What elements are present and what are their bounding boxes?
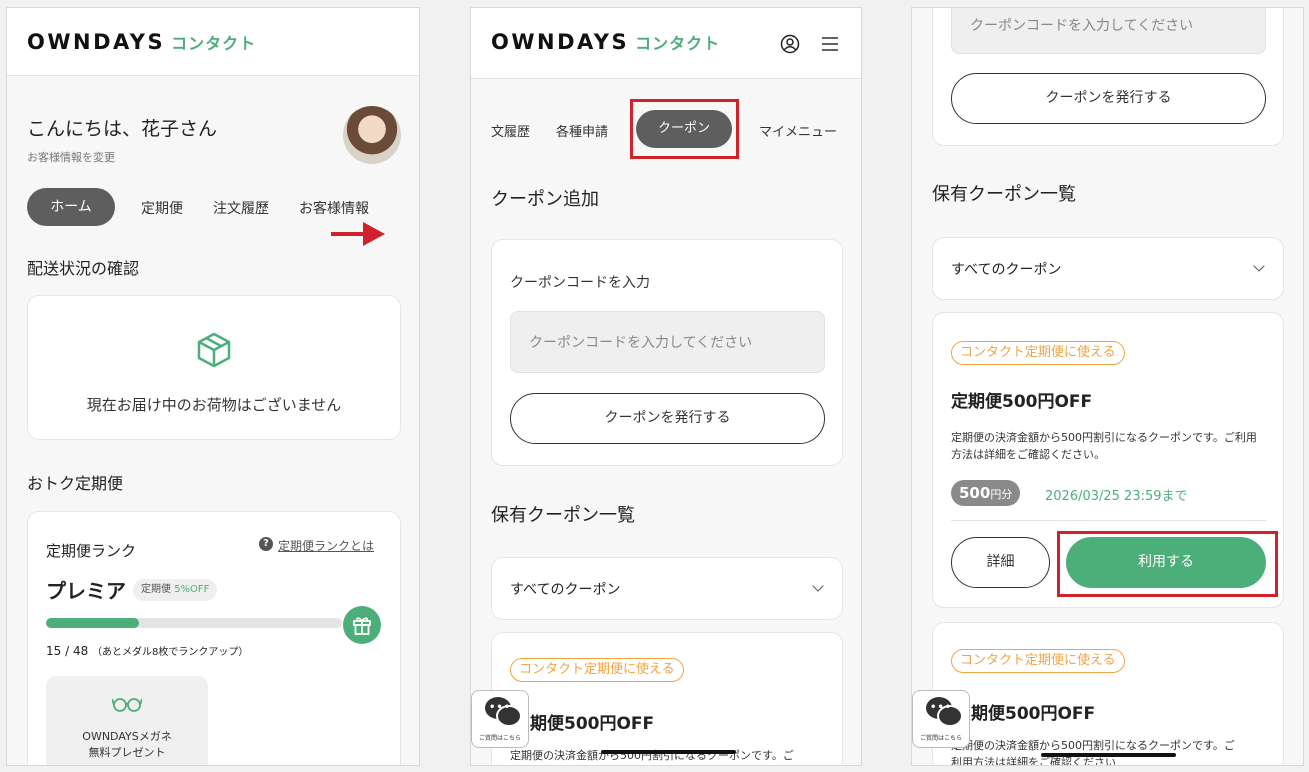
rank-label: 定期便ランク: [46, 542, 137, 560]
greeting: こんにちは、花子さん: [27, 118, 218, 140]
coupon-desc: 定期便の決済金額から500円割引になるクーポンです。ご: [951, 739, 1235, 752]
brand-logo[interactable]: OWNDAYS コンタクト: [27, 30, 256, 54]
delivery-empty-text: 現在お届け中のお荷物はございません: [86, 396, 342, 414]
tab-order-history[interactable]: 文履歴: [491, 121, 530, 140]
rank-name: プレミア: [46, 579, 126, 603]
tab-home[interactable]: ホーム: [27, 188, 115, 226]
coupon-list-title: 保有クーポン一覧: [932, 184, 1076, 205]
home-indicator[interactable]: [601, 750, 736, 754]
reward-line-2: 無料プレゼント: [88, 746, 166, 759]
help-icon: ?: [259, 537, 273, 551]
tab-customer-info[interactable]: お客様情報: [299, 198, 369, 218]
reward-line-1: OWNDAYSメガネ: [82, 730, 172, 743]
chat-dots: •••: [930, 702, 953, 713]
coupon-add-card: クーポンコードを入力 クーポンコードを入力してください クーポンを発行する: [491, 239, 843, 466]
code-label: クーポンコードを入力: [510, 275, 650, 291]
issue-coupon-button[interactable]: クーポンを発行する: [510, 393, 825, 444]
chat-label: ご質問はこちら: [478, 735, 521, 742]
coupon-add-title: クーポン追加: [491, 189, 599, 210]
coupon-title: 期便500円OFF: [530, 714, 655, 734]
app-header: OWNDAYS コンタクト: [471, 8, 861, 79]
chat-dots: •••: [489, 702, 512, 713]
rank-progress-bar: [46, 618, 342, 628]
tab-my-menu[interactable]: マイメニュー: [759, 121, 837, 140]
coupon-title: 定期便500円OFF: [951, 392, 1093, 412]
tab-order-history[interactable]: 注文履歴: [213, 198, 269, 218]
rank-help-link[interactable]: 定期便ランクとは: [278, 537, 374, 554]
coupon-list-title: 保有クーポン一覧: [491, 505, 635, 526]
chat-support-button[interactable]: ••• ご質問はこちら: [912, 690, 970, 748]
screen-coupon-add: OWNDAYS コンタクト 文履歴 各種申請 クーポン マイメニュー クーポン追加…: [470, 7, 862, 766]
expiry-date: 2026/03/25 23:59まで: [1045, 489, 1188, 504]
coupon-tag: コンタクト定期便に使える: [951, 341, 1125, 365]
home-indicator[interactable]: [1041, 753, 1176, 757]
coupon-tag: コンタクト定期便に使える: [510, 658, 684, 682]
detail-button[interactable]: 詳細: [951, 537, 1050, 588]
coupon-code-input[interactable]: クーポンコードを入力してください: [510, 311, 825, 373]
coupon-add-card: クーポンコードを入力してください クーポンを発行する: [932, 8, 1284, 146]
reward-tile[interactable]: OWNDAYSメガネ 無料プレゼント: [46, 676, 208, 765]
chat-support-button[interactable]: ••• ご質問はこちら: [471, 690, 529, 748]
chevron-down-icon: [812, 580, 824, 592]
highlight-box: [1057, 531, 1278, 597]
filter-value: すべてのクーポン: [510, 582, 621, 598]
coupon-filter-select[interactable]: すべてのクーポン: [932, 237, 1284, 300]
coupon-card: コンタクト定期便に使える 期便500円OFF 定期便の決済金額から500円割引に…: [491, 632, 843, 765]
amount-badge: 500円分: [951, 480, 1021, 506]
rank-progress-fill: [46, 618, 139, 628]
brand-logo[interactable]: OWNDAYS コンタクト: [491, 30, 720, 54]
delivery-card: 現在お届け中のお荷物はございません: [27, 295, 401, 440]
coupon-filter-select[interactable]: すべてのクーポン: [491, 557, 843, 620]
coupon-desc: 定期便の決済金額から500円割引になるクーポンです。ご利用方法は詳細をご確認くだ…: [951, 431, 1257, 461]
red-arrow-icon: [331, 222, 385, 246]
chat-label: ご質問はこちら: [919, 735, 962, 742]
highlight-box: [630, 99, 739, 159]
coupon-tag: コンタクト定期便に使える: [951, 649, 1125, 673]
rank-badge: 定期便 5%OFF: [133, 579, 218, 601]
subscription-title: おトク定期便: [27, 474, 124, 493]
coupon-code-input[interactable]: クーポンコードを入力してください: [951, 8, 1266, 54]
glasses-icon: [112, 698, 142, 712]
chevron-down-icon: [1253, 260, 1265, 272]
package-icon: [197, 332, 231, 368]
issue-coupon-button[interactable]: クーポンを発行する: [951, 73, 1266, 124]
avatar[interactable]: [343, 106, 401, 164]
edit-profile-link[interactable]: お客様情報を変更: [27, 149, 115, 165]
app-header: OWNDAYS コンタクト: [7, 8, 419, 76]
user-icon[interactable]: [780, 34, 800, 54]
filter-value: すべてのクーポン: [951, 262, 1062, 278]
rank-card: 定期便ランク ? 定期便ランクとは プレミア 定期便 5%OFF 15 / 48…: [27, 511, 401, 765]
tab-subscription[interactable]: 定期便: [141, 198, 183, 218]
hamburger-icon[interactable]: [821, 36, 839, 52]
coupon-title: 期便500円OFF: [971, 704, 1096, 724]
gift-icon[interactable]: [343, 606, 381, 644]
delivery-title: 配送状況の確認: [27, 259, 140, 278]
tab-applications[interactable]: 各種申請: [556, 121, 608, 140]
coupon-card-2: コンタクト定期便に使える 期便500円OFF 定期便の決済金額から500円割引に…: [932, 622, 1284, 765]
screen-coupon-list: クーポンコードを入力してください クーポンを発行する 保有クーポン一覧 すべての…: [911, 7, 1304, 766]
progress-text: 15 / 48 （あとメダル8枚でランクアップ）: [46, 644, 249, 658]
screen-home: OWNDAYS コンタクト こんにちは、花子さん お客様情報を変更 ホーム 定期便…: [6, 7, 420, 766]
divider: [951, 520, 1266, 521]
